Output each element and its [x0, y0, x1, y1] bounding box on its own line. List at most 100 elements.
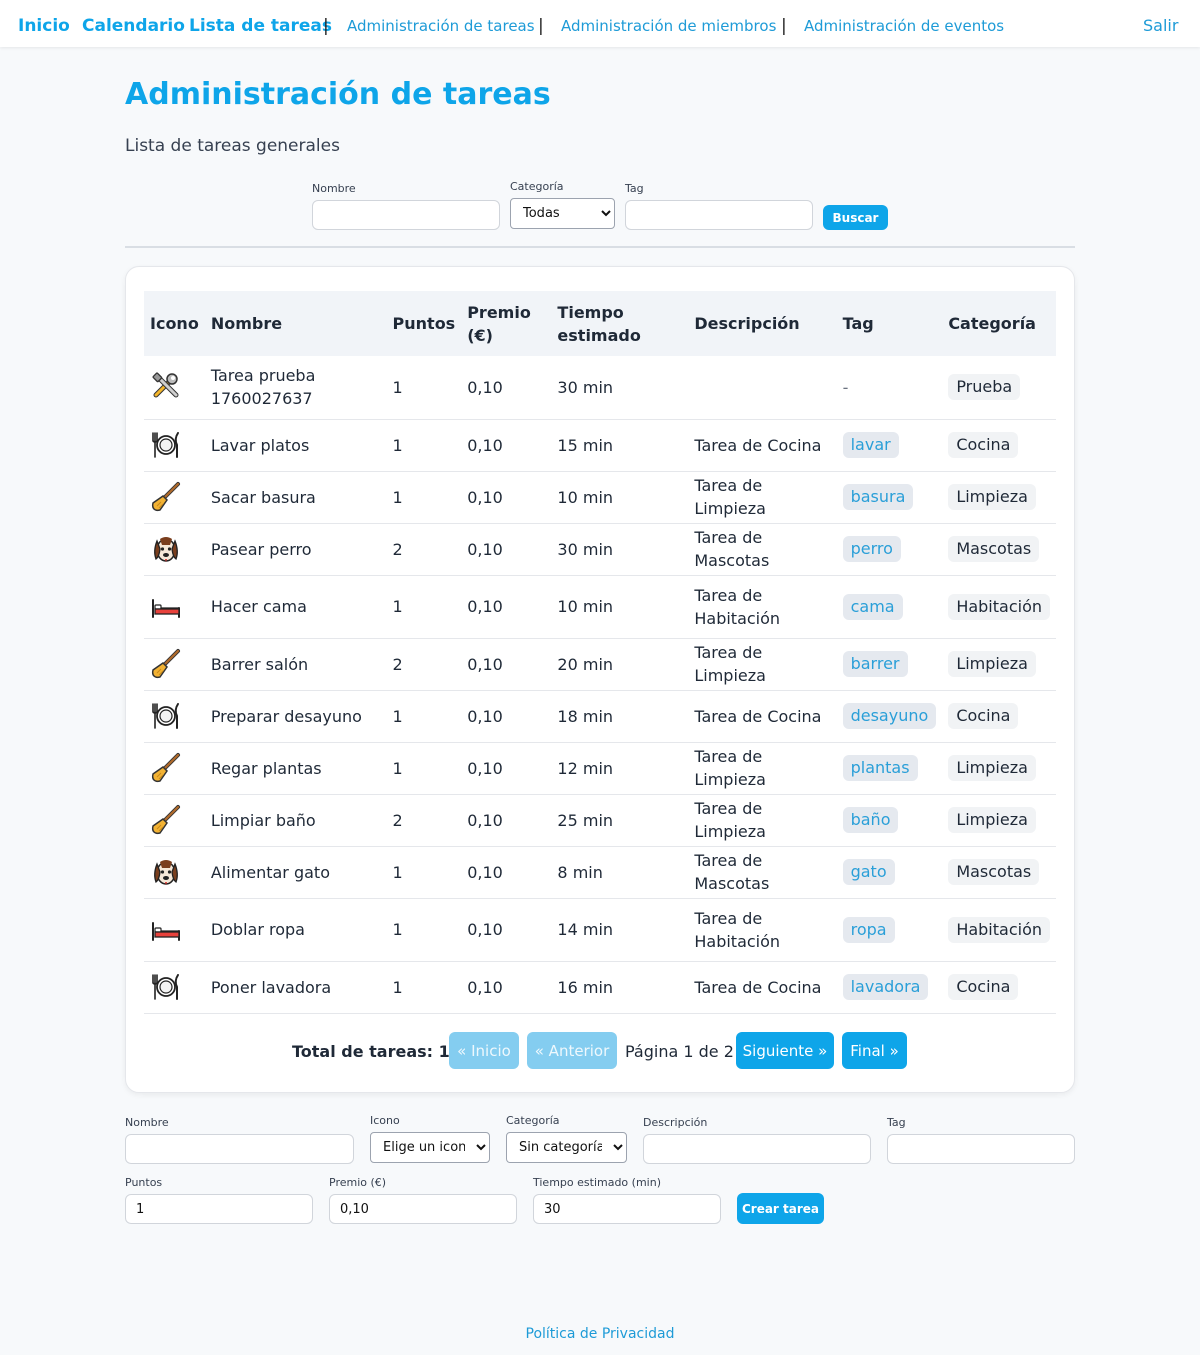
row-icon-cell [144, 523, 205, 576]
row-name: Alimentar gato [204, 846, 387, 899]
row-prize: 0,10 [461, 523, 552, 576]
row-prize: 0,10 [461, 961, 552, 1014]
row-name: Regar plantas [204, 742, 387, 795]
row-name: Hacer cama [204, 575, 387, 639]
table-row: Limpiar baño 2 0,10 25 min Tarea de Limpieza… [144, 794, 1056, 847]
row-description: Tarea de Cocina [688, 690, 837, 743]
row-tag-cell: lavar [836, 419, 943, 472]
row-tag[interactable]: ropa [842, 916, 895, 943]
row-time: 20 min [551, 638, 689, 691]
row-icon-cell [144, 794, 205, 847]
row-tag[interactable]: desayuno [842, 703, 937, 729]
page-first-button[interactable]: « Inicio [449, 1032, 519, 1069]
row-tag[interactable]: baño [842, 807, 899, 833]
row-description: Tarea de Habitación [688, 898, 837, 962]
tasks-table: Icono Nombre Puntos Premio (€) Tiempo es… [144, 291, 1056, 1014]
row-tag-cell: plantas [836, 742, 943, 795]
create-category-select[interactable]: Sin categoría [506, 1132, 627, 1163]
nav-admin-tareas[interactable]: Administración de tareas [347, 17, 535, 35]
row-points: 2 [386, 523, 462, 576]
row-category-cell: Mascotas [942, 523, 1056, 576]
create-prize-input[interactable] [329, 1194, 517, 1224]
page-next-button[interactable]: Siguiente » [736, 1032, 834, 1069]
row-tag-cell: barrer [836, 638, 943, 691]
nav-calendario[interactable]: Calendario [82, 16, 185, 36]
nav-inicio[interactable]: Inicio [18, 16, 70, 36]
create-time-input[interactable] [533, 1194, 721, 1224]
table-row: Sacar basura 1 0,10 10 min Tarea de Limpieza… [144, 471, 1056, 524]
nav-lista-tareas[interactable]: Lista de tareas [189, 16, 332, 36]
row-tag[interactable]: plantas [842, 755, 918, 781]
row-tag[interactable]: barrer [842, 651, 908, 677]
filter-category-select[interactable]: Todas [510, 198, 615, 229]
row-time: 12 min [551, 742, 689, 795]
page-info: Página 1 de 2 [625, 1042, 734, 1061]
row-points: 1 [386, 690, 462, 743]
filter-name-input[interactable] [312, 200, 500, 230]
row-points: 1 [386, 742, 462, 795]
search-button[interactable]: Buscar [823, 205, 888, 230]
row-description [688, 356, 837, 420]
row-tag[interactable]: perro [842, 536, 901, 562]
row-category-cell: Limpieza [942, 471, 1056, 524]
row-tag-cell: ropa [836, 898, 943, 962]
logout-link[interactable]: Salir [1143, 16, 1178, 35]
filter-tag-input[interactable] [625, 200, 813, 230]
create-icon-select[interactable]: Elige un icono [370, 1132, 490, 1163]
row-prize: 0,10 [461, 794, 552, 847]
row-name: Barrer salón [204, 638, 387, 691]
row-points: 2 [386, 794, 462, 847]
col-icono: Icono [150, 314, 199, 333]
row-tag[interactable]: lavar [842, 432, 899, 458]
col-premio: Premio (€) [467, 302, 531, 345]
create-name-input[interactable] [125, 1134, 354, 1164]
row-tag[interactable]: lavadora [842, 974, 929, 1000]
row-category-cell: Habitación [942, 898, 1056, 962]
nav-admin-eventos[interactable]: Administración de eventos [804, 17, 1004, 35]
divider [125, 246, 1075, 248]
row-tag[interactable]: basura [842, 484, 914, 510]
row-tag-cell: basura [836, 471, 943, 524]
row-description: Tarea de Limpieza [688, 471, 837, 524]
row-points: 1 [386, 471, 462, 524]
row-icon-cell [144, 471, 205, 524]
row-icon-cell [144, 419, 205, 472]
broom-icon [150, 648, 199, 680]
row-icon-cell [144, 846, 205, 899]
row-category-cell: Habitación [942, 575, 1056, 639]
page-last-button[interactable]: Final » [842, 1032, 907, 1069]
row-time: 15 min [551, 419, 689, 472]
create-tag-input[interactable] [887, 1134, 1075, 1164]
privacy-link[interactable]: Política de Privacidad [0, 1326, 1200, 1342]
row-points: 1 [386, 575, 462, 639]
row-prize: 0,10 [461, 356, 552, 420]
col-nombre: Nombre [210, 314, 283, 333]
row-category: Mascotas [948, 859, 1040, 885]
row-name: Sacar basura [204, 471, 387, 524]
row-tag[interactable]: gato [842, 859, 895, 885]
row-time: 16 min [551, 961, 689, 1014]
table-row: Hacer cama 1 0,10 10 min Tarea de Habitación… [144, 575, 1056, 639]
row-time: 10 min [551, 575, 689, 639]
row-tag[interactable]: cama [842, 593, 903, 620]
create-task-button[interactable]: Crear tarea [737, 1193, 824, 1224]
page-prev-button[interactable]: « Anterior [527, 1032, 617, 1069]
row-category-cell: Cocina [942, 961, 1056, 1014]
create-description-input[interactable] [643, 1134, 871, 1164]
row-category: Habitación [948, 916, 1050, 943]
filter-tag-label: Tag [625, 182, 644, 195]
row-points: 1 [386, 356, 462, 420]
row-category-cell: Limpieza [942, 638, 1056, 691]
row-description: Tarea de Mascotas [688, 523, 837, 576]
table-row: Regar plantas 1 0,10 12 min Tarea de Limpiez… [144, 742, 1056, 795]
create-category-label: Categoría [506, 1114, 560, 1127]
row-icon-cell [144, 961, 205, 1014]
row-category: Limpieza [948, 807, 1036, 833]
broom-icon [150, 481, 199, 513]
row-prize: 0,10 [461, 638, 552, 691]
create-points-input[interactable] [125, 1194, 313, 1224]
row-name: Limpiar baño [204, 794, 387, 847]
table-row: Preparar desayuno 1 0,10 18 min Tarea de Coc… [144, 690, 1056, 743]
nav-admin-miembros[interactable]: Administración de miembros [561, 17, 776, 35]
row-points: 1 [386, 846, 462, 899]
